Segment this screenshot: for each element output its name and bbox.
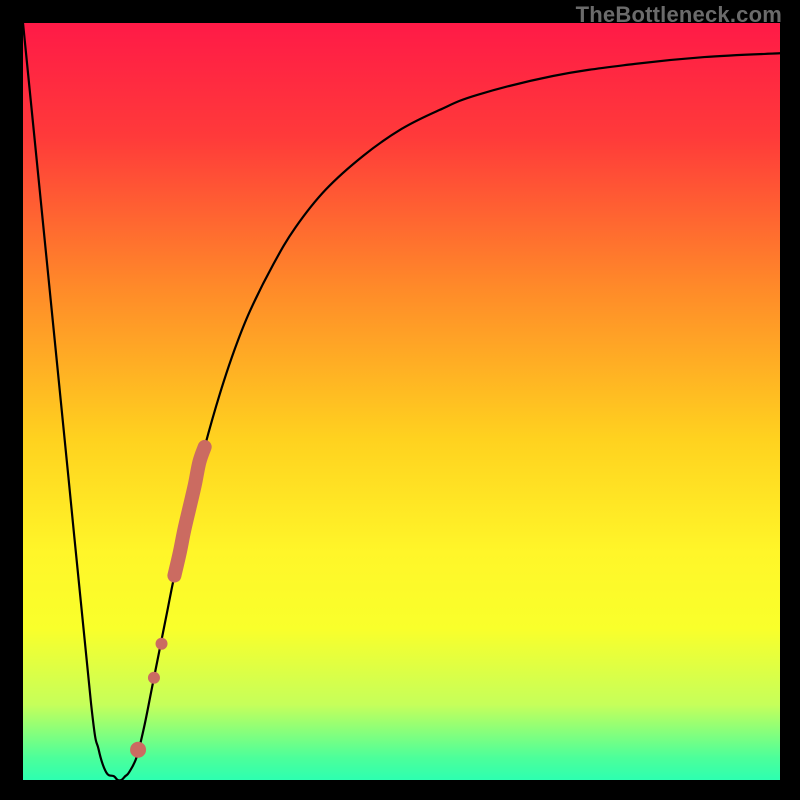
highlight-dot [148, 672, 160, 684]
bottleneck-chart [23, 23, 780, 780]
watermark-text: TheBottleneck.com [576, 2, 782, 28]
chart-frame: { "watermark": "TheBottleneck.com", "cha… [0, 0, 800, 800]
highlight-dot [130, 742, 146, 758]
highlight-dot [156, 638, 168, 650]
chart-background [23, 23, 780, 780]
